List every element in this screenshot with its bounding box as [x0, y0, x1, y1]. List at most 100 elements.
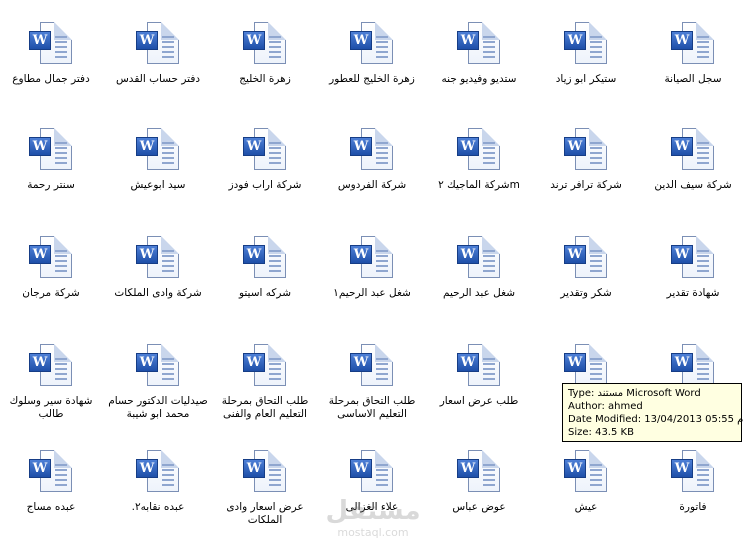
file-label: شركة وادى الملكات: [114, 287, 202, 299]
file-label: عبده نقابه٢.: [131, 501, 185, 513]
file-item[interactable]: W طلب عرض اسعار: [426, 344, 532, 408]
tooltip-date-modified: Date Modified: 13/04/2013 05:55 م: [568, 414, 744, 425]
word-document-icon: W: [347, 450, 397, 498]
file-label: شغل عبد الرحيم: [443, 287, 515, 299]
file-label: سجل الصيانة: [664, 73, 722, 85]
tooltip-size: Size: 43.5 KB: [568, 427, 634, 438]
file-item[interactable]: W زهرة الخليج للعطور: [319, 22, 425, 86]
word-document-icon: W: [668, 236, 718, 284]
word-document-icon: W: [347, 128, 397, 176]
word-document-icon: W: [240, 450, 290, 498]
file-item[interactable]: W عيش: [533, 450, 639, 514]
file-item[interactable]: W سيد ابوعيش: [105, 128, 211, 192]
file-label: شركة ترافر ترند: [550, 179, 622, 191]
file-item[interactable]: W طلب التحاق بمرحلة التعليم العام والفنى: [212, 344, 318, 421]
file-label: ستديو وفيديو جنه: [441, 73, 517, 85]
file-item[interactable]: W عرض اسعار وادى الملكات: [212, 450, 318, 527]
tooltip-author: Author: ahmed: [568, 401, 643, 412]
file-label: طلب عرض اسعار: [439, 395, 519, 407]
file-label: دفتر حساب القدس: [115, 73, 201, 85]
file-item[interactable]: W سجل الصيانة: [640, 22, 745, 86]
word-document-icon: W: [347, 236, 397, 284]
word-document-icon: W: [240, 344, 290, 392]
file-item[interactable]: W دفتر جمال مطاوع: [0, 22, 104, 86]
file-label: ستيكر ابو زياد: [555, 73, 617, 85]
file-label: طلب التحاق بمرحلة التعليم الاساسى: [328, 395, 416, 420]
file-item[interactable]: W شهادة سير وسلوك طالب: [0, 344, 104, 421]
word-document-icon: W: [561, 236, 611, 284]
file-item[interactable]: W شغل عبد الرحيم١: [319, 236, 425, 300]
file-item[interactable]: W فاتورة: [640, 450, 745, 514]
word-document-icon: W: [561, 22, 611, 70]
word-document-icon: W: [133, 344, 183, 392]
word-document-icon: W: [668, 128, 718, 176]
word-document-icon: W: [454, 236, 504, 284]
file-icon-grid: W سجل الصيانة W ستيكر ابو زياد W ستديو وفيديو…: [0, 0, 745, 550]
file-item[interactable]: W شغل عبد الرحيم: [426, 236, 532, 300]
file-label: سنتر رحمة: [27, 179, 75, 191]
file-info-tooltip: Type: مستند Microsoft Word Author: ahmed…: [562, 383, 744, 442]
word-document-icon: W: [240, 236, 290, 284]
file-item[interactable]: W سنتر رحمة: [0, 128, 104, 192]
file-item[interactable]: Wmشركة الماجيك ٢: [426, 128, 532, 192]
file-label: شهادة تقدير: [666, 287, 720, 299]
file-item[interactable]: W شركة مرجان: [0, 236, 104, 300]
file-label: شركة سيف الدين: [654, 179, 732, 191]
file-item[interactable]: W شهادة تقدير: [640, 236, 745, 300]
file-label: عوض عباس: [452, 501, 506, 513]
word-document-icon: W: [347, 344, 397, 392]
word-document-icon: W: [26, 128, 76, 176]
word-document-icon: W: [668, 22, 718, 70]
file-item[interactable]: W شركه اسيتو: [212, 236, 318, 300]
word-document-icon: W: [454, 450, 504, 498]
word-document-icon: W: [561, 450, 611, 498]
file-label: طلب التحاق بمرحلة التعليم العام والفنى: [221, 395, 309, 420]
file-item[interactable]: W شركة اراب فودز: [212, 128, 318, 192]
word-document-icon: W: [133, 236, 183, 284]
file-item[interactable]: W شركة سيف الدين: [640, 128, 745, 192]
file-label: عيش: [574, 501, 598, 513]
file-item[interactable]: W عوض عباس: [426, 450, 532, 514]
file-item[interactable]: W صيدليات الدكتور حسام محمد ابو شيبة: [105, 344, 211, 421]
file-label: شكر وتقدير: [560, 287, 612, 299]
tooltip-type: Type: مستند Microsoft Word: [568, 388, 701, 399]
file-item[interactable]: W طلب التحاق بمرحلة التعليم الاساسى: [319, 344, 425, 421]
file-item[interactable]: W زهرة الخليج: [212, 22, 318, 86]
file-item[interactable]: W علاء الغزالى: [319, 450, 425, 514]
file-item[interactable]: W ستديو وفيديو جنه: [426, 22, 532, 86]
word-document-icon: W: [26, 344, 76, 392]
word-document-icon: W: [240, 22, 290, 70]
file-label: شركة الفردوس: [337, 179, 407, 191]
file-label: دفتر جمال مطاوع: [12, 73, 90, 85]
file-label: صيدليات الدكتور حسام محمد ابو شيبة: [108, 395, 208, 420]
word-document-icon: W: [26, 22, 76, 70]
file-label: زهرة الخليج: [239, 73, 291, 85]
file-item[interactable]: W شركة الفردوس: [319, 128, 425, 192]
file-item[interactable]: W عبده نقابه٢.: [105, 450, 211, 514]
file-label: شهادة سير وسلوك طالب: [9, 395, 93, 420]
file-label: علاء الغزالى: [345, 501, 399, 513]
file-label: شغل عبد الرحيم١: [333, 287, 411, 299]
file-item[interactable]: W دفتر حساب القدس: [105, 22, 211, 86]
word-document-icon: W: [347, 22, 397, 70]
file-item[interactable]: W ستيكر ابو زياد: [533, 22, 639, 86]
word-document-icon: W: [561, 128, 611, 176]
file-label: زهرة الخليج للعطور: [329, 73, 415, 85]
word-document-icon: W: [240, 128, 290, 176]
word-document-icon: W: [668, 450, 718, 498]
file-item[interactable]: W شركة وادى الملكات: [105, 236, 211, 300]
file-label: فاتورة: [679, 501, 707, 513]
file-item[interactable]: W شكر وتقدير: [533, 236, 639, 300]
word-document-icon: W: [133, 128, 183, 176]
file-label: شركة مرجان: [22, 287, 80, 299]
file-item[interactable]: W شركة ترافر ترند: [533, 128, 639, 192]
file-label: شركه اسيتو: [238, 287, 292, 299]
word-document-icon: W: [454, 128, 504, 176]
word-document-icon: W: [454, 344, 504, 392]
word-document-icon: W: [26, 236, 76, 284]
word-document-icon: W: [133, 22, 183, 70]
word-document-icon: W: [26, 450, 76, 498]
word-document-icon: W: [133, 450, 183, 498]
file-label: شركة اراب فودز: [228, 179, 302, 191]
file-item[interactable]: W عبده مساج: [0, 450, 104, 514]
